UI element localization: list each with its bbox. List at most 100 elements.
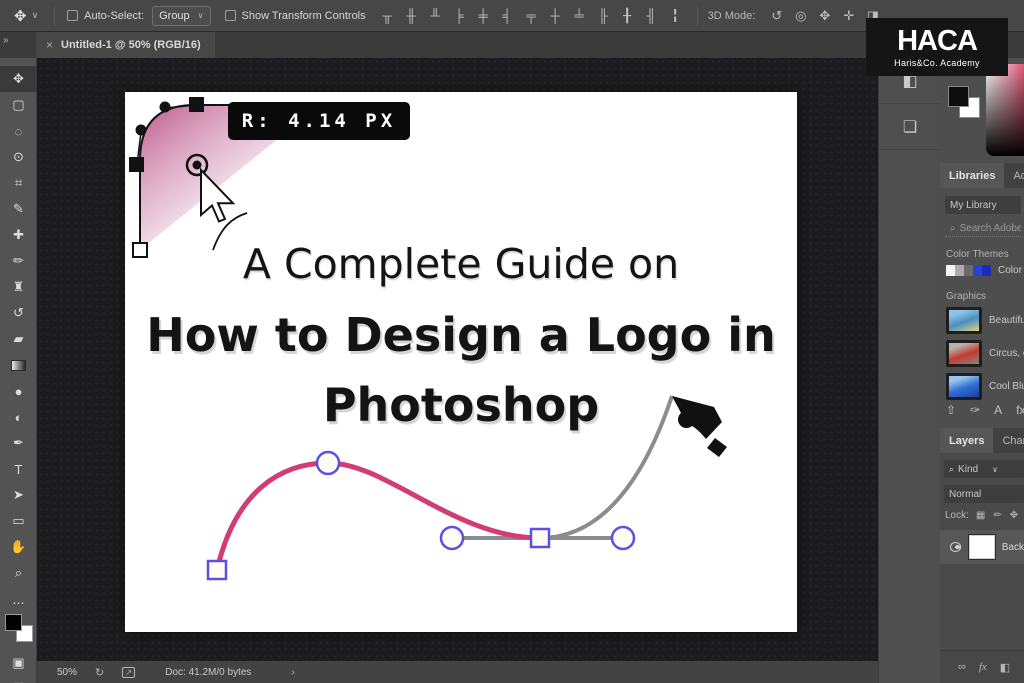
graphic-thumbnail[interactable] [946, 373, 982, 400]
lock-transparent-icon[interactable]: ▦ [976, 510, 985, 521]
path-selection-tool[interactable]: ➤ [0, 482, 37, 508]
link-layers-icon[interactable]: ∞ [958, 661, 966, 673]
distribute-left-edges-icon[interactable]: ╟ [596, 8, 611, 23]
distribute-right-edges-icon[interactable]: ╢ [644, 8, 659, 23]
history-brush-tool[interactable]: ↺ [0, 300, 37, 326]
show-transform-checkbox[interactable] [225, 10, 236, 21]
layer-effects-icon[interactable]: fx [979, 661, 987, 673]
distribute-top-edges-icon[interactable]: ╤ [524, 8, 539, 23]
tab-libraries[interactable]: Libraries [940, 163, 1004, 188]
quick-mask-icon[interactable]: ▣ [0, 650, 37, 676]
search-icon: ⌕ [950, 223, 956, 234]
graphic-item[interactable]: Circus, o [946, 340, 1024, 367]
bezier-handle-point [441, 527, 463, 549]
distribute-horizontal-centers-icon[interactable]: ╂ [620, 8, 635, 24]
library-select-dropdown[interactable]: My Library [945, 196, 1021, 214]
screen-mode-icon[interactable]: ❐ [0, 676, 37, 683]
library-search-input[interactable]: ⌕ Search Adobe [945, 221, 1021, 237]
layer-mask-icon[interactable]: ◧ [1000, 661, 1010, 674]
graphic-thumbnail[interactable] [946, 340, 982, 367]
3d-orbit-icon[interactable]: ↺ [769, 8, 784, 24]
3d-roll-icon[interactable]: ◎ [793, 8, 808, 24]
rectangular-marquee-tool[interactable]: ▢ [0, 92, 37, 118]
3d-pan-icon[interactable]: ✥ [817, 8, 832, 24]
layer-thumbnail[interactable] [969, 535, 994, 559]
separator [54, 6, 55, 26]
auto-select-mode-dropdown[interactable]: Group ∨ [152, 6, 210, 26]
align-top-edges-icon[interactable]: ╥ [380, 8, 395, 23]
lock-label: Lock: [945, 510, 969, 521]
tab-layers[interactable]: Layers [940, 428, 993, 453]
character-style-icon[interactable]: A [994, 403, 1002, 417]
layer-style-icon[interactable]: fx [1016, 403, 1024, 417]
distribute-vertical-centers-icon[interactable]: ┼ [548, 8, 563, 23]
gradient-tool[interactable] [0, 352, 37, 378]
type-tool[interactable]: T [0, 456, 37, 482]
layers-footer-icons: ∞ fx ◧ [940, 650, 1024, 683]
align-right-edges-icon[interactable]: ╡ [500, 8, 515, 23]
pen-tool[interactable]: ✒ [0, 430, 37, 456]
shapes-panel-icon[interactable]: ❏ [879, 104, 941, 150]
panel-column: Libraries Adjus My Library ⌕ Search Adob… [940, 58, 1024, 683]
status-options-chevron-icon[interactable]: › [291, 667, 294, 678]
layer-visibility-eye-icon[interactable] [950, 542, 961, 552]
move-tool[interactable]: ✥ [0, 66, 37, 92]
align-horizontal-centers-icon[interactable]: ╪ [476, 8, 491, 23]
zoom-level-field[interactable]: 50% [57, 667, 77, 678]
dodge-tool[interactable]: ◐ [0, 404, 37, 430]
color-theme-item[interactable]: Color Th [946, 265, 1024, 276]
crop-tool[interactable]: ⌗ [0, 170, 37, 196]
tab-adjustments[interactable]: Adjus [1004, 163, 1024, 188]
sync-upload-icon[interactable]: ⇧ [946, 403, 956, 417]
zoom-tool[interactable]: ⌕ [0, 560, 37, 586]
brush-tool[interactable]: ✏ [0, 248, 37, 274]
artboard[interactable]: R: 4.14 PX A Complete Guide on How to De… [125, 92, 797, 632]
align-vertical-centers-icon[interactable]: ╫ [404, 8, 419, 23]
foreground-color-swatch[interactable] [948, 86, 969, 107]
color-swatches[interactable] [948, 86, 980, 118]
lasso-tool[interactable]: ◌ [0, 118, 37, 144]
brush-library-icon[interactable]: ✑ [970, 403, 980, 417]
layer-row-background[interactable]: Back [940, 530, 1024, 564]
align-left-edges-icon[interactable]: ╞ [452, 8, 467, 23]
lock-paint-icon[interactable]: ✏ [993, 510, 1001, 521]
toolbar-collapse-icon[interactable]: » [3, 35, 9, 46]
canvas-pasteboard[interactable]: R: 4.14 PX A Complete Guide on How to De… [37, 58, 878, 661]
quick-selection-tool[interactable]: ⊙ [0, 144, 37, 170]
poster-title-line2: How to Design a Logo in [125, 308, 797, 362]
foreground-background-swatches[interactable] [5, 614, 33, 642]
align-bottom-edges-icon[interactable]: ╨ [428, 8, 443, 23]
edit-toolbar-icon[interactable]: ⋯ [0, 590, 37, 616]
document-tab[interactable]: × Untitled-1 @ 50% (RGB/16) [36, 32, 215, 58]
graphic-item[interactable]: Beautiful [946, 307, 1024, 334]
distribute-spacing-icon[interactable]: ╏ [668, 8, 683, 24]
graphic-item[interactable]: Cool Blu [946, 373, 1024, 400]
move-tool-icon[interactable]: ✥ [14, 7, 27, 25]
rectangle-tool[interactable]: ▭ [0, 508, 37, 534]
foreground-color-swatch[interactable] [5, 614, 22, 631]
blur-tool[interactable]: ● [0, 378, 37, 404]
show-transform-label: Show Transform Controls [242, 10, 366, 22]
distribute-bottom-edges-icon[interactable]: ╧ [572, 8, 587, 23]
eraser-tool[interactable]: ▰ [0, 326, 37, 352]
clone-stamp-tool[interactable]: ♜ [0, 274, 37, 300]
tool-preset-chevron-icon[interactable]: ∨ [32, 10, 39, 21]
saturation-brightness-field[interactable] [986, 64, 1024, 156]
auto-select-checkbox[interactable] [67, 10, 78, 21]
hand-tool[interactable]: ✋ [0, 534, 37, 560]
haca-logo-title: HACA [897, 27, 977, 56]
close-tab-icon[interactable]: × [46, 38, 53, 52]
haca-logo-subtitle: Haris&Co. Academy [894, 58, 980, 68]
3d-slide-icon[interactable]: ✛ [841, 8, 856, 24]
healing-brush-tool[interactable]: ✚ [0, 222, 37, 248]
layer-filter-dropdown[interactable]: ⌕ Kind ∨ [944, 460, 1024, 478]
canvas-graphics [125, 92, 797, 632]
blend-mode-dropdown[interactable]: Normal [944, 485, 1024, 503]
tab-channels[interactable]: Channe [993, 428, 1024, 453]
export-icon[interactable]: ↗ [122, 667, 135, 678]
tools-panel: ✥▢◌⊙⌗✎✚✏♜↺▰ ●◐✒T➤▭✋⌕ ⋯ ▣❐ [0, 58, 37, 683]
lock-move-icon[interactable]: ✥ [1010, 510, 1018, 521]
graphic-thumbnail[interactable] [946, 307, 982, 334]
rotate-view-icon[interactable]: ↻ [95, 666, 104, 679]
eyedropper-tool[interactable]: ✎ [0, 196, 37, 222]
